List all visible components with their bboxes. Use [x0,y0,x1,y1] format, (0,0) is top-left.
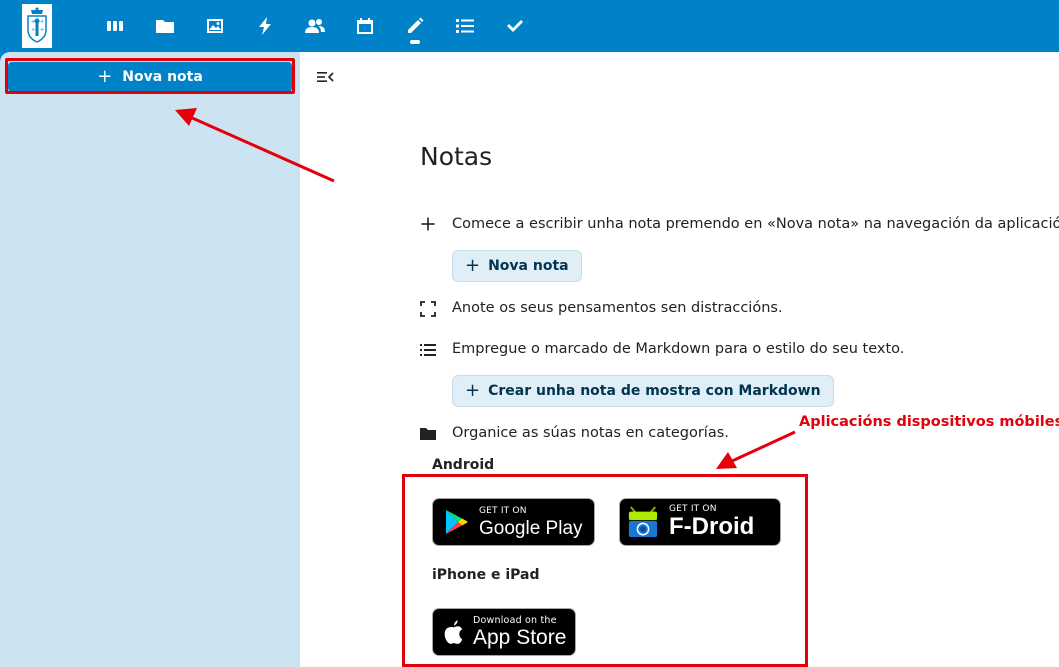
google-play-big-text: Google Play [479,517,583,539]
intro-text-distraction-free: Anote os seus pensamentos sen distracció… [452,300,783,316]
google-play-icon [446,510,468,534]
main-content: Notas Comece a escribir unha nota premen… [300,52,1059,667]
intro-text-markdown: Empregue o marcado de Markdown para o es… [452,341,905,357]
app-store-badge[interactable]: Download on the App Store [432,608,576,656]
fullscreen-icon [420,301,436,317]
page-title: Notas [420,142,493,171]
plus-icon: + [465,380,481,401]
activity-icon[interactable] [255,16,275,36]
create-markdown-sample-button[interactable]: + Crear unha nota de mostra con Markdown [452,375,834,407]
apple-icon [444,620,463,644]
svg-text:+: + [40,27,44,33]
app-store-big-text: App Store [473,626,567,650]
new-note-content-label: Nova nota [488,258,569,274]
photos-icon[interactable] [205,16,225,36]
dashboard-icon[interactable] [105,16,125,36]
notes-icon[interactable] [405,16,425,36]
svg-text:+: + [31,27,35,33]
android-label: Android [432,457,495,473]
create-markdown-sample-label: Crear unha nota de mostra con Markdown [488,383,821,399]
svg-text:+: + [40,19,44,25]
app-store-small-text: Download on the [473,614,557,626]
annotation-mobile-apps: Aplicacións dispositivos móbiles [799,414,1059,430]
plus-icon: + [465,255,481,276]
svg-text:+: + [31,19,35,25]
plus-icon [420,216,436,232]
new-note-label: Nova nota [122,69,203,85]
tasks-icon[interactable] [505,16,525,36]
contacts-icon[interactable] [305,16,325,36]
active-app-indicator [410,40,420,44]
plus-icon: + [97,66,113,87]
fdroid-big-text: F-Droid [669,513,755,540]
fdroid-badge[interactable]: GET IT ON F-Droid [619,498,781,546]
google-play-badge[interactable]: GET IT ON Google Play [432,498,595,546]
folder-icon [420,426,436,442]
google-play-small-text: GET IT ON [479,505,527,516]
app-navigation: + Nova nota [0,52,300,667]
toggle-navigation-icon[interactable] [316,68,334,86]
files-icon[interactable] [155,16,175,36]
new-note-content-button[interactable]: + Nova nota [452,250,582,282]
calendar-icon[interactable] [355,16,375,36]
intro-text-new-note: Comece a escribir unha nota premendo en … [452,216,1059,232]
deck-icon[interactable] [455,16,475,36]
list-icon [420,342,436,358]
ios-label: iPhone e iPad [432,567,540,583]
intro-text-categories: Organice as súas notas en categorías. [452,425,729,441]
top-bar: + + + + [0,0,1059,52]
fdroid-icon [628,506,658,538]
coat-of-arms-icon: + + + + [27,7,47,43]
new-note-button[interactable]: + Nova nota [8,62,292,92]
logo[interactable]: + + + + [22,4,52,48]
